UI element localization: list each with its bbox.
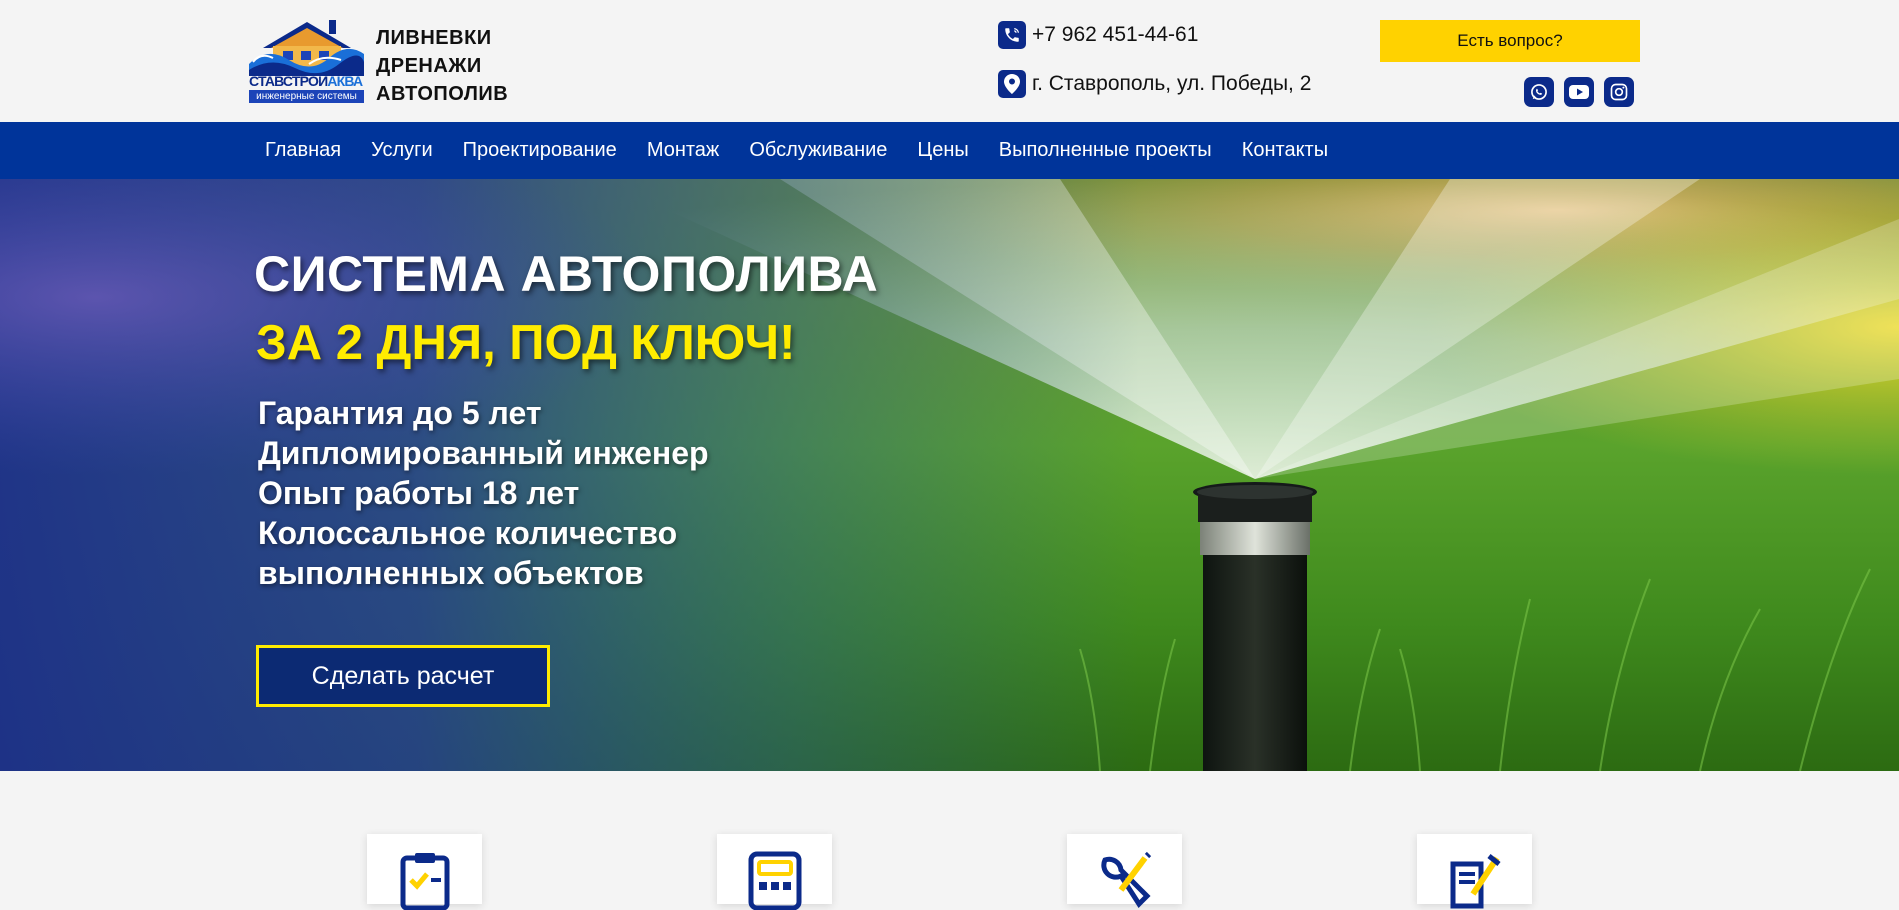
phone-number[interactable]: +7 962 451-44-61 — [1032, 23, 1198, 47]
site-header: СТАВСТРОЙАКВА инженерные системы ЛИВНЕВК… — [0, 0, 1899, 122]
benefit-item: Гарантия до 5 лет — [258, 395, 542, 431]
ask-question-button[interactable]: Есть вопрос? — [1380, 20, 1640, 62]
feature-card-calculation[interactable] — [717, 834, 832, 910]
nav-item-prices[interactable]: Цены — [902, 122, 983, 179]
benefit-item: Дипломированный инженер — [258, 435, 709, 471]
document-pen-icon — [1450, 854, 1501, 909]
nav-item-home[interactable]: Главная — [250, 122, 356, 179]
youtube-icon[interactable] — [1564, 77, 1594, 107]
logo-subtitle: инженерные системы — [249, 90, 364, 103]
benefit-item: выполненных объектов — [258, 555, 644, 591]
calculate-button[interactable]: Сделать расчет — [256, 645, 550, 707]
hero-subtitle: ЗА 2 ДНЯ, ПОД КЛЮЧ! — [256, 316, 796, 370]
instagram-icon[interactable] — [1604, 77, 1634, 107]
nav-item-maintenance[interactable]: Обслуживание — [734, 122, 902, 179]
feature-card-planning[interactable] — [367, 834, 482, 910]
header-tagline: ЛИВНЕВКИ ДРЕНАЖИ АВТОПОЛИВ — [376, 24, 536, 108]
benefit-item: Колоссальное количество — [258, 515, 678, 551]
hero-benefits-list: Гарантия до 5 лет Дипломированный инжене… — [258, 393, 709, 593]
nav-item-projects[interactable]: Выполненные проекты — [984, 122, 1227, 179]
tagline-line: АВТОПОЛИВ — [376, 83, 509, 105]
nav-items: Главная Услуги Проектирование Монтаж Обс… — [250, 122, 1343, 179]
hero-banner: СИСТЕМА АВТОПОЛИВА ЗА 2 ДНЯ, ПОД КЛЮЧ! Г… — [0, 179, 1899, 771]
phone-contact[interactable]: +7 962 451-44-61 — [998, 21, 1198, 49]
features-section — [0, 771, 1899, 910]
social-links — [1524, 77, 1634, 107]
nav-item-services[interactable]: Услуги — [356, 122, 448, 179]
main-navigation: Главная Услуги Проектирование Монтаж Обс… — [0, 122, 1899, 179]
logo-name: СТАВСТРОЙАКВА — [249, 74, 363, 89]
map-pin-icon — [998, 70, 1026, 98]
nav-item-contacts[interactable]: Контакты — [1227, 122, 1343, 179]
company-logo[interactable]: СТАВСТРОЙАКВА инженерные системы — [249, 18, 364, 104]
address-contact: г. Ставрополь, ул. Победы, 2 — [998, 70, 1311, 98]
tagline-line: ДРЕНАЖИ — [376, 55, 482, 77]
tagline-line: ЛИВНЕВКИ — [376, 27, 492, 49]
address-text: г. Ставрополь, ул. Победы, 2 — [1032, 72, 1312, 95]
calculator-icon — [748, 851, 801, 910]
clipboard-check-icon — [400, 853, 449, 910]
feature-card-installation[interactable] — [1067, 834, 1182, 908]
phone-icon — [998, 21, 1026, 49]
hero-title: СИСТЕМА АВТОПОЛИВА — [254, 246, 879, 302]
nav-item-design[interactable]: Проектирование — [448, 122, 632, 179]
logo-house-icon — [249, 20, 364, 76]
benefit-item: Опыт работы 18 лет — [258, 475, 580, 511]
nav-item-installation[interactable]: Монтаж — [632, 122, 735, 179]
whatsapp-icon[interactable] — [1524, 77, 1554, 107]
feature-card-documents[interactable] — [1417, 834, 1532, 909]
wrench-screwdriver-icon — [1100, 851, 1151, 908]
